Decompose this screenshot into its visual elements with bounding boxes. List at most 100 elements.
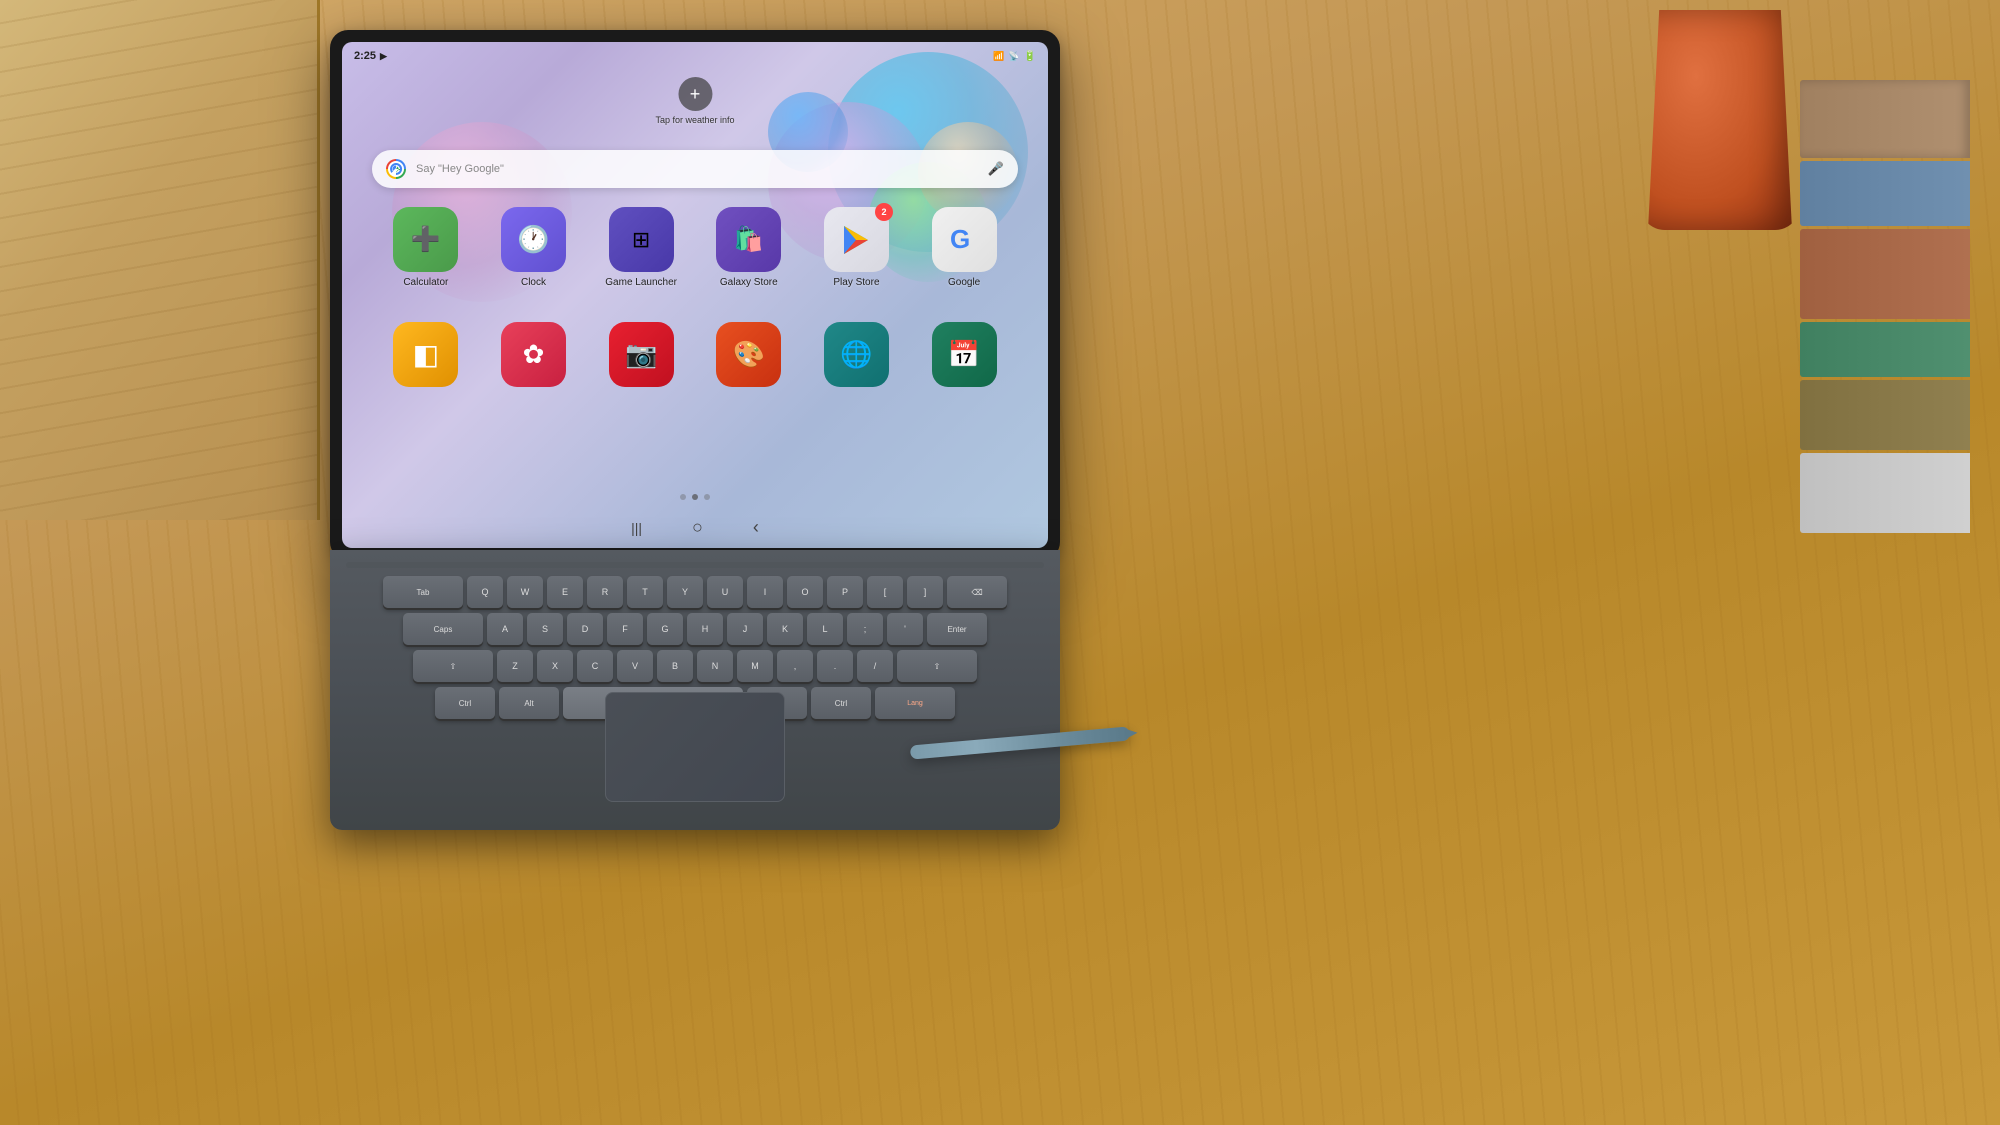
key-q[interactable]: Q bbox=[467, 576, 503, 608]
microphone-icon[interactable]: 🎤 bbox=[988, 161, 1004, 177]
key-tab[interactable]: Tab bbox=[383, 576, 463, 608]
key-z[interactable]: Z bbox=[497, 650, 533, 682]
key-slash[interactable]: / bbox=[857, 650, 893, 682]
media-icon: ▶ bbox=[380, 51, 387, 62]
key-x[interactable]: X bbox=[537, 650, 573, 682]
key-backspace[interactable]: ⌫ bbox=[947, 576, 1007, 608]
key-r[interactable]: R bbox=[587, 576, 623, 608]
key-i[interactable]: I bbox=[747, 576, 783, 608]
touchpad[interactable] bbox=[605, 692, 785, 802]
app-galaxy-store[interactable]: 🛍️ Galaxy Store bbox=[709, 207, 789, 288]
play-store-icon: 2 bbox=[824, 207, 889, 272]
status-bar: 2:25 ▶ 📶 📡 🔋 bbox=[342, 42, 1048, 70]
key-lang[interactable]: Lang bbox=[875, 687, 955, 719]
key-b[interactable]: B bbox=[657, 650, 693, 682]
key-shift-right[interactable]: ⇧ bbox=[897, 650, 977, 682]
teal-app-icon: 🌐 bbox=[824, 322, 889, 387]
home-button[interactable]: ○ bbox=[692, 517, 703, 538]
tablet-device: 2:25 ▶ 📶 📡 🔋 + Tap for weather info bbox=[330, 30, 1080, 810]
key-caps[interactable]: Caps bbox=[403, 613, 483, 645]
signal-icon: 📶 bbox=[993, 51, 1004, 62]
key-h[interactable]: H bbox=[687, 613, 723, 645]
play-store-label: Play Store bbox=[833, 277, 879, 288]
key-period[interactable]: . bbox=[817, 650, 853, 682]
key-j[interactable]: J bbox=[727, 613, 763, 645]
wifi-icon: 📡 bbox=[1008, 51, 1019, 62]
key-enter[interactable]: Enter bbox=[927, 613, 987, 645]
key-g[interactable]: G bbox=[647, 613, 683, 645]
app-game-launcher[interactable]: ⊞ Game Launcher bbox=[601, 207, 681, 288]
key-o[interactable]: O bbox=[787, 576, 823, 608]
asdf-row: Caps A S D F G H J K L ; ' Enter bbox=[346, 613, 1044, 645]
key-a[interactable]: A bbox=[487, 613, 523, 645]
key-m[interactable]: M bbox=[737, 650, 773, 682]
key-f[interactable]: F bbox=[607, 613, 643, 645]
app-red-cam[interactable]: 📷 bbox=[601, 322, 681, 387]
key-y[interactable]: Y bbox=[667, 576, 703, 608]
key-rbracket[interactable]: ] bbox=[907, 576, 943, 608]
app-clock[interactable]: 🕐 Clock bbox=[493, 207, 573, 288]
decorative-pot bbox=[1640, 10, 1800, 230]
weather-text: Tap for weather info bbox=[655, 115, 734, 125]
play-store-badge: 2 bbox=[875, 203, 893, 221]
calculator-label: Calculator bbox=[403, 277, 448, 288]
app-row-2: ◧ ✿ 📷 🎨 bbox=[372, 322, 1018, 387]
key-k[interactable]: K bbox=[767, 613, 803, 645]
page-dot-2 bbox=[692, 494, 698, 500]
app-google[interactable]: G Google bbox=[924, 207, 1004, 288]
key-quote[interactable]: ' bbox=[887, 613, 923, 645]
key-lbracket[interactable]: [ bbox=[867, 576, 903, 608]
google-app-icon: G bbox=[932, 207, 997, 272]
clock-label: Clock bbox=[521, 277, 546, 288]
back-button[interactable]: ‹ bbox=[753, 517, 759, 538]
keyboard-top-strip bbox=[346, 562, 1044, 568]
weather-widget[interactable]: + Tap for weather info bbox=[655, 77, 734, 125]
app-calculator[interactable]: ➕ Calculator bbox=[386, 207, 466, 288]
app-teal[interactable]: 🌐 bbox=[816, 322, 896, 387]
key-s[interactable]: S bbox=[527, 613, 563, 645]
key-ctrl-left[interactable]: Ctrl bbox=[435, 687, 495, 719]
number-row: Tab Q W E R T Y U I O P [ ] ⌫ bbox=[346, 576, 1044, 608]
app-orange[interactable]: 🎨 bbox=[709, 322, 789, 387]
recent-apps-button[interactable]: ||| bbox=[631, 520, 642, 536]
key-w[interactable]: W bbox=[507, 576, 543, 608]
key-c[interactable]: C bbox=[577, 650, 613, 682]
key-ctrl-right[interactable]: Ctrl bbox=[811, 687, 871, 719]
app-play-store[interactable]: 2 Play Store bbox=[816, 207, 896, 288]
tablet-bezel: 2:25 ▶ 📶 📡 🔋 + Tap for weather info bbox=[330, 30, 1060, 560]
weather-add-icon: + bbox=[678, 77, 712, 111]
google-search-bar[interactable]: Say "Hey Google" 🎤 bbox=[372, 150, 1018, 188]
key-t[interactable]: T bbox=[627, 576, 663, 608]
status-icons: 📶 📡 🔋 bbox=[993, 51, 1036, 62]
red-camera-icon: 📷 bbox=[609, 322, 674, 387]
zxcv-row: ⇧ Z X C V B N M , . / ⇧ bbox=[346, 650, 1044, 682]
app-yellow[interactable]: ◧ bbox=[386, 322, 466, 387]
key-p[interactable]: P bbox=[827, 576, 863, 608]
orange-app-icon: 🎨 bbox=[716, 322, 781, 387]
page-indicators bbox=[680, 494, 710, 500]
key-shift-left[interactable]: ⇧ bbox=[413, 650, 493, 682]
galaxy-store-icon: 🛍️ bbox=[716, 207, 781, 272]
clock-icon-img: 🕐 bbox=[501, 207, 566, 272]
status-time: 2:25 ▶ bbox=[354, 50, 387, 62]
app-row-1: ➕ Calculator 🕐 Clock ⊞ Game Launcher bbox=[372, 207, 1018, 288]
keyboard[interactable]: Tab Q W E R T Y U I O P [ ] ⌫ Caps A S D bbox=[330, 550, 1060, 830]
google-label: Google bbox=[948, 277, 980, 288]
wood-panel-left bbox=[0, 0, 320, 520]
app-pink[interactable]: ✿ bbox=[493, 322, 573, 387]
key-n[interactable]: N bbox=[697, 650, 733, 682]
key-l[interactable]: L bbox=[807, 613, 843, 645]
key-alt-left[interactable]: Alt bbox=[499, 687, 559, 719]
key-e[interactable]: E bbox=[547, 576, 583, 608]
calculator-icon: ➕ bbox=[393, 207, 458, 272]
key-semicolon[interactable]: ; bbox=[847, 613, 883, 645]
tablet-screen[interactable]: 2:25 ▶ 📶 📡 🔋 + Tap for weather info bbox=[342, 42, 1048, 548]
key-d[interactable]: D bbox=[567, 613, 603, 645]
key-v[interactable]: V bbox=[617, 650, 653, 682]
green-calendar-icon: 📅 bbox=[932, 322, 997, 387]
game-launcher-icon: ⊞ bbox=[609, 207, 674, 272]
app-green-cal[interactable]: 📅 bbox=[924, 322, 1004, 387]
key-u[interactable]: U bbox=[707, 576, 743, 608]
key-comma[interactable]: , bbox=[777, 650, 813, 682]
page-dot-1 bbox=[680, 494, 686, 500]
